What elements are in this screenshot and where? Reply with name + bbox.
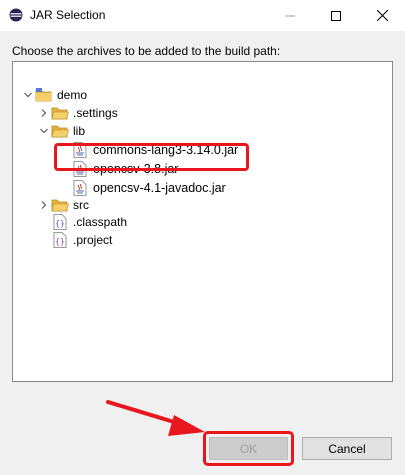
tree-item[interactable]: src bbox=[37, 196, 89, 214]
maximize-icon bbox=[331, 10, 341, 21]
tree-item-label: src bbox=[73, 198, 89, 212]
folder-icon bbox=[51, 123, 69, 139]
tree-item[interactable]: {} .project bbox=[37, 231, 112, 249]
instruction-label: Choose the archives to be added to the b… bbox=[12, 44, 281, 58]
close-icon bbox=[376, 10, 388, 21]
minimize-button[interactable] bbox=[267, 0, 313, 31]
folder-icon bbox=[51, 105, 69, 121]
xml-file-icon: {} bbox=[51, 214, 69, 230]
expand-toggle[interactable] bbox=[37, 196, 51, 214]
expand-toggle bbox=[37, 231, 51, 249]
tree-item-label: .settings bbox=[73, 106, 118, 120]
chevron-right-icon bbox=[41, 109, 47, 117]
svg-text:{}: {} bbox=[55, 219, 65, 228]
tree-item[interactable]: {} .classpath bbox=[37, 213, 127, 231]
title-bar: JAR Selection bbox=[0, 0, 405, 31]
expand-toggle[interactable] bbox=[37, 104, 51, 122]
tree-item[interactable]: demo bbox=[21, 86, 87, 104]
expand-toggle[interactable] bbox=[37, 122, 51, 140]
expand-toggle bbox=[57, 179, 71, 197]
selection-highlight bbox=[54, 143, 249, 171]
eclipse-icon bbox=[9, 8, 23, 22]
expand-toggle bbox=[37, 213, 51, 231]
ok-button[interactable]: OK bbox=[209, 437, 288, 460]
chevron-down-icon bbox=[40, 128, 48, 134]
xml-file-icon: {} bbox=[51, 232, 69, 248]
pointer-arrow-icon bbox=[106, 400, 205, 436]
archive-tree[interactable]: demo .settings lib commons-lang3-3.14.0.jar… bbox=[12, 61, 393, 382]
cancel-button[interactable]: Cancel bbox=[302, 437, 392, 460]
tree-item-label: lib bbox=[73, 124, 86, 138]
tree-item-label: demo bbox=[57, 88, 88, 102]
project-folder-icon bbox=[35, 87, 53, 103]
svg-text:{}: {} bbox=[55, 237, 65, 246]
folder-icon bbox=[51, 197, 69, 213]
close-button[interactable] bbox=[359, 0, 405, 31]
window-title: JAR Selection bbox=[30, 8, 106, 22]
chevron-right-icon bbox=[41, 201, 47, 209]
tree-item[interactable]: .settings bbox=[37, 104, 118, 122]
tree-item[interactable]: lib bbox=[37, 122, 85, 140]
tree-item-label: .project bbox=[73, 233, 113, 247]
expand-toggle[interactable] bbox=[21, 86, 35, 104]
tree-item[interactable]: opencsv-4.1-javadoc.jar bbox=[57, 179, 226, 197]
tree-item-label: opencsv-4.1-javadoc.jar bbox=[93, 181, 226, 195]
minimize-icon bbox=[285, 15, 295, 16]
maximize-button[interactable] bbox=[313, 0, 359, 31]
jar-file-icon bbox=[71, 180, 89, 196]
tree-item-label: .classpath bbox=[73, 215, 128, 229]
chevron-down-icon bbox=[24, 92, 32, 98]
